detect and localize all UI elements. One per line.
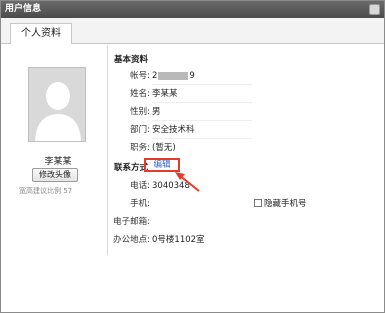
avatar xyxy=(28,67,86,142)
field-row-gender: 性别: 男 xyxy=(108,103,377,121)
details-pane: 基本资料 帐号: 29 姓名: 李某某 性别: 男 部门: 安全技术科 职务: … xyxy=(107,45,377,255)
field-row-position: 职务: (暂无) xyxy=(108,139,377,157)
field-value: 安全技术科 xyxy=(152,125,195,135)
field-label: 电话: xyxy=(130,181,150,191)
field-label: 职务: xyxy=(130,143,150,153)
user-info-window: 用户信息 个人资料 李某某 修改头像 宽高建议比例 57 基本资料 帐号: 29 xyxy=(0,0,385,313)
tab-strip: 个人资料 xyxy=(1,18,384,44)
field-row-phone: 电话: 3040348 xyxy=(108,177,377,195)
window-titlebar: 用户信息 xyxy=(1,1,384,18)
avatar-size-hint: 宽高建议比例 57 xyxy=(19,187,73,195)
tab-personal-info[interactable]: 个人资料 xyxy=(10,23,72,44)
field-row-email: 电子邮箱: xyxy=(108,213,377,231)
field-row-department: 部门: 安全技术科 xyxy=(108,121,377,139)
field-label: 姓名: xyxy=(130,89,150,99)
field-label: 帐号: xyxy=(130,71,150,81)
hide-mobile-label: 隐藏手机号 xyxy=(264,199,307,209)
profile-pane: 李某某 修改头像 宽高建议比例 57 xyxy=(9,45,99,255)
field-label: 手机: xyxy=(130,199,150,209)
field-value: (暂无) xyxy=(152,143,176,153)
field-row-name: 姓名: 李某某 xyxy=(108,85,377,103)
field-row-office: 办公地点: 0号楼1102室 xyxy=(108,231,377,249)
field-value: 男 xyxy=(152,107,161,117)
field-label: 办公地点: xyxy=(113,235,150,245)
hide-mobile-checkbox[interactable] xyxy=(254,199,262,207)
basic-info-title: 基本资料 xyxy=(114,55,149,65)
redacted-block xyxy=(158,71,189,80)
field-label: 电子邮箱: xyxy=(113,217,150,227)
field-row-account: 帐号: 29 xyxy=(108,67,377,85)
field-row-mobile: 手机: 隐藏手机号 xyxy=(108,195,377,213)
contact-info-title: 联系方式 xyxy=(114,163,149,173)
field-value: 李某某 xyxy=(152,89,178,99)
user-silhouette-icon xyxy=(29,68,85,141)
edit-avatar-button[interactable]: 修改头像 xyxy=(32,168,78,182)
window-title: 用户信息 xyxy=(5,4,42,14)
account-value: 29 xyxy=(152,71,195,81)
field-value: 0号楼1102室 xyxy=(152,235,205,245)
user-name: 李某某 xyxy=(44,157,72,167)
close-button[interactable] xyxy=(369,4,380,15)
field-label: 部门: xyxy=(130,125,150,135)
red-arrow-icon xyxy=(175,172,200,192)
field-label: 性别: xyxy=(130,107,150,117)
